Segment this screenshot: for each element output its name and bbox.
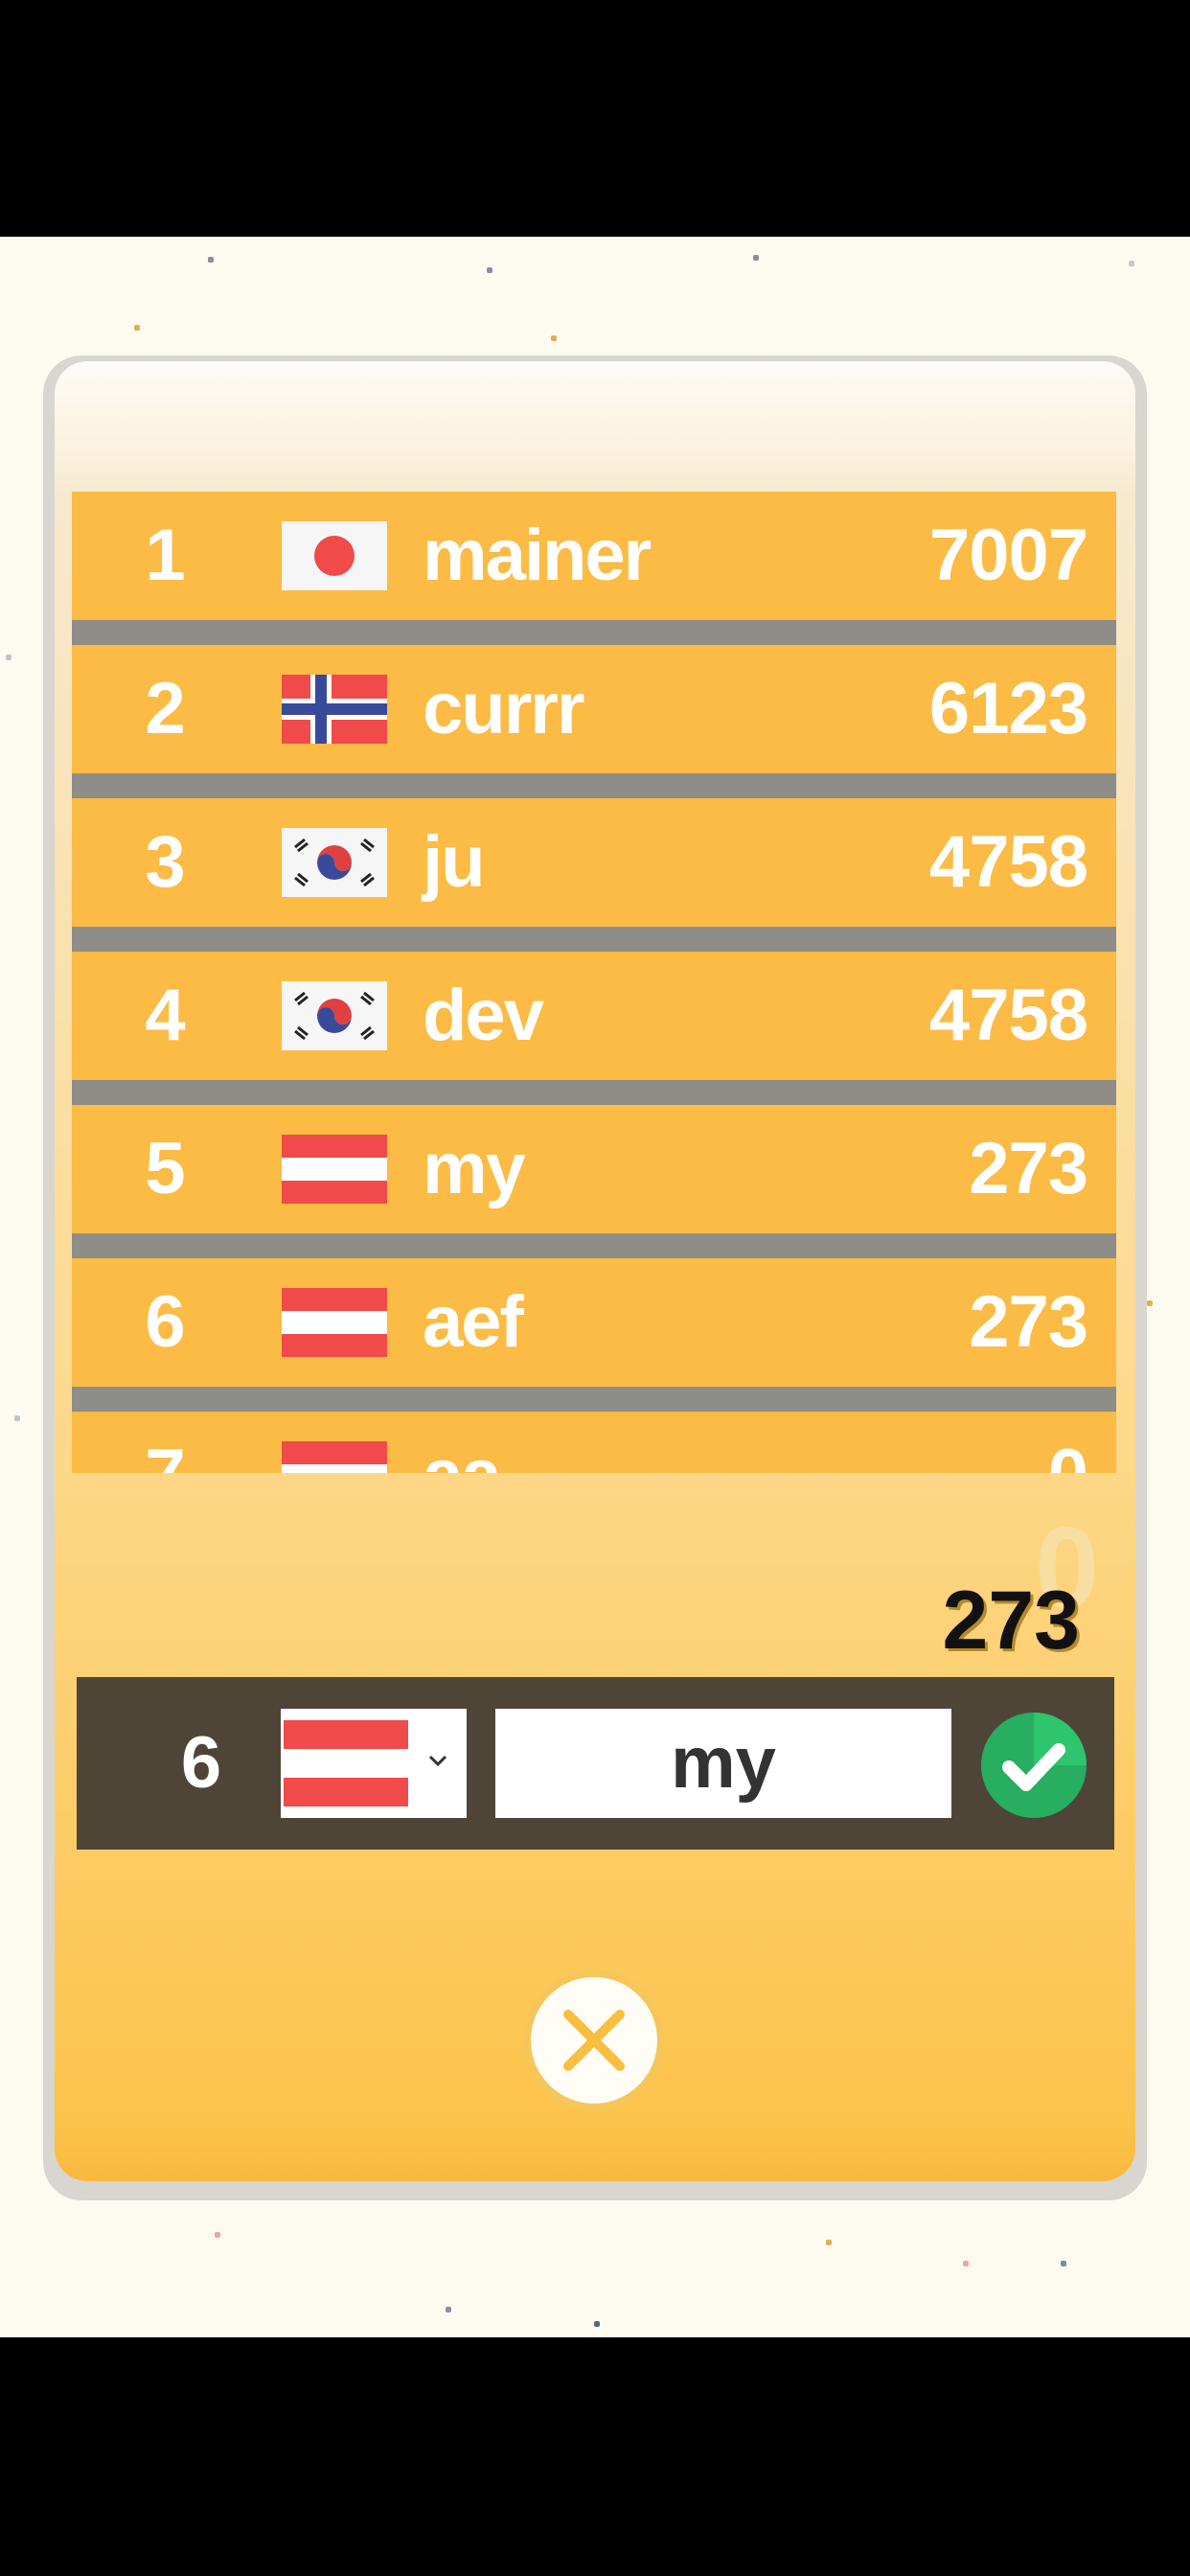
row-rank: 4 <box>145 975 186 1056</box>
row-score: 4758 <box>928 975 1088 1056</box>
player-name-input[interactable] <box>495 1709 951 1818</box>
confetti <box>1129 261 1134 266</box>
confetti <box>446 2307 451 2312</box>
row-score: 0 <box>1048 1412 1088 1473</box>
south-korea-flag-icon <box>282 981 387 1050</box>
confetti <box>208 257 214 263</box>
close-icon <box>524 1970 664 2110</box>
row-player-name: ju <box>423 821 486 903</box>
row-rank: 6 <box>145 1281 186 1363</box>
norway-flag-icon <box>282 675 387 744</box>
confetti <box>487 267 492 273</box>
row-rank: 2 <box>145 668 186 749</box>
leaderboard-row: 4 dev 4758 <box>72 952 1116 1080</box>
confetti <box>1061 2261 1066 2266</box>
flag-select[interactable] <box>281 1709 467 1818</box>
confetti <box>1147 1300 1153 1306</box>
game-screen: 1 mainer 7007 2 currr 6123 3 ju 4758 4 d… <box>0 237 1190 2337</box>
score-entry-bar: 6 <box>77 1677 1114 1850</box>
row-rank: 1 <box>145 515 186 596</box>
row-rank: 7 <box>72 1412 259 1473</box>
austria-flag-icon <box>282 1135 387 1204</box>
austria-flag-icon <box>284 1720 408 1806</box>
row-score: 273 <box>969 1128 1088 1209</box>
japan-flag-icon <box>282 521 387 590</box>
close-button[interactable] <box>522 1968 666 2112</box>
row-player-name: aa <box>423 1412 502 1473</box>
row-rank: 5 <box>145 1128 186 1209</box>
austria-flag-icon <box>282 1441 387 1473</box>
row-player-name: my <box>423 1128 526 1209</box>
check-icon <box>981 1713 1087 1818</box>
confetti <box>551 335 557 341</box>
row-score: 7007 <box>928 515 1088 596</box>
leaderboard-row: 5 my 273 <box>72 1105 1116 1233</box>
confirm-button[interactable] <box>980 1712 1087 1819</box>
leaderboard-row: 3 ju 4758 <box>72 798 1116 927</box>
my-score: 273 <box>942 1575 1081 1667</box>
row-score: 6123 <box>928 668 1088 749</box>
confetti <box>134 325 140 331</box>
row-player-name: currr <box>423 668 584 749</box>
leaderboard-row: 7 aa 0 <box>72 1412 1116 1473</box>
leaderboard-row: 6 aef 273 <box>72 1258 1116 1387</box>
row-player-name: dev <box>423 975 544 1056</box>
confetti <box>594 2321 600 2327</box>
south-korea-flag-icon <box>282 828 387 897</box>
row-player-name: mainer <box>423 515 652 596</box>
confetti <box>826 2240 832 2245</box>
row-score: 273 <box>969 1281 1088 1363</box>
entry-rank: 6 <box>180 1722 222 1804</box>
leaderboard-row: 2 currr 6123 <box>72 645 1116 773</box>
confetti <box>753 255 759 261</box>
austria-flag-icon <box>282 1288 387 1357</box>
leaderboard-row: 1 mainer 7007 <box>72 492 1116 620</box>
chevron-down-icon <box>424 1737 451 1792</box>
confetti <box>215 2232 220 2238</box>
confetti <box>6 655 11 660</box>
row-rank: 3 <box>145 821 186 903</box>
leaderboard-list[interactable]: 1 mainer 7007 2 currr 6123 3 ju 4758 4 d… <box>72 492 1116 1473</box>
confetti <box>14 1415 20 1421</box>
confetti <box>963 2261 969 2266</box>
row-score: 4758 <box>928 821 1088 903</box>
row-player-name: aef <box>423 1281 524 1363</box>
